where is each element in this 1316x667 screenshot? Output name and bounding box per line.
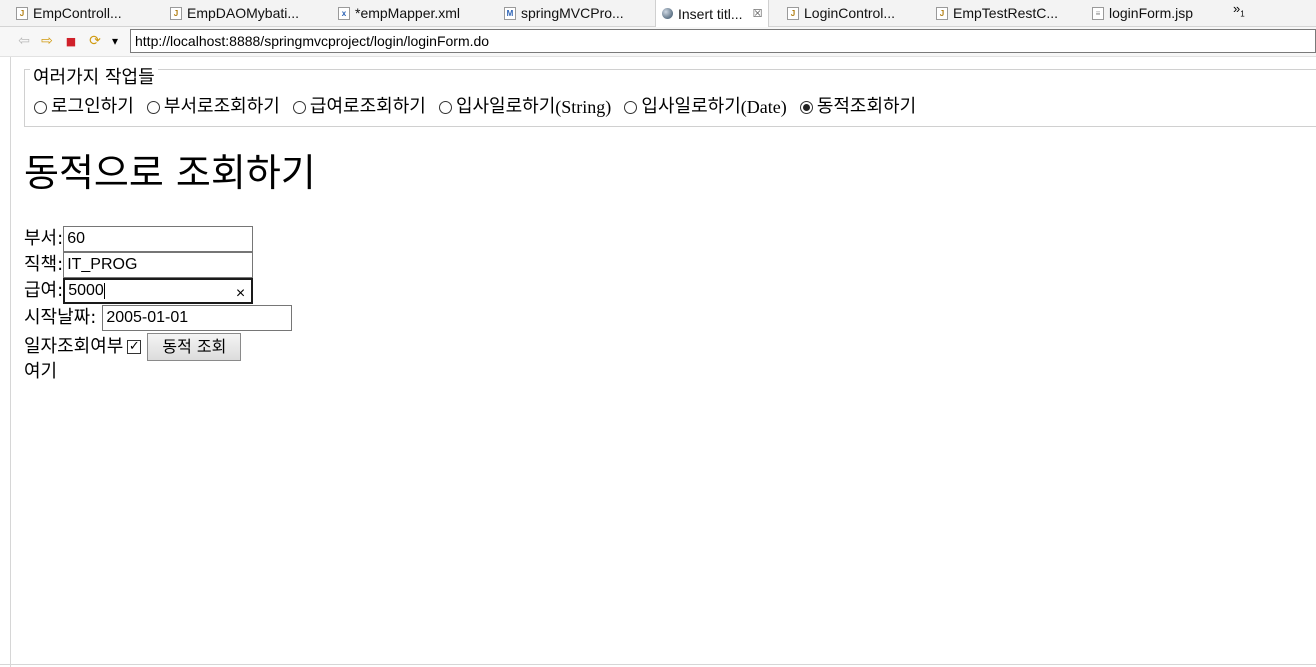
dept-row: 부서: 60 <box>24 226 254 252</box>
radio-dynamic-search[interactable]: 동적조회하기 <box>799 96 917 118</box>
tab-insert-title[interactable]: Insert titl... ☒ <box>655 0 770 27</box>
job-label: 직책: <box>24 254 64 275</box>
close-tab-icon[interactable]: ☒ <box>753 7 763 20</box>
overflow-count: 1 <box>1240 9 1245 19</box>
radio-by-hire-date-string[interactable]: 입사일로하기 (String) <box>438 96 612 118</box>
tab-label: EmpControll... <box>33 5 122 21</box>
task-radio-group: 로그인하기 부서로조회하기 급여로조회하기 입사일로하기 (String) 입사일… <box>34 96 924 120</box>
tab-label: EmpDAOMybati... <box>187 5 300 21</box>
salary-input[interactable]: 5000 × <box>63 278 254 306</box>
tab-label: *empMapper.xml <box>355 5 461 21</box>
tab-emp-dao-mybatis[interactable]: J EmpDAOMybati... <box>170 0 299 26</box>
stop-icon[interactable]: ■ <box>62 32 80 50</box>
java-file-icon: J <box>936 6 948 20</box>
radio-button-selected[interactable] <box>799 100 813 114</box>
java-file-icon: J <box>170 6 182 20</box>
url-bar[interactable]: http://localhost:8888/springmvcproject/l… <box>130 29 1316 53</box>
tab-label: Insert titl... <box>678 5 743 22</box>
salary-row: 급여: 5000 × <box>24 278 254 306</box>
tab-emp-test-rest-controller[interactable]: J EmpTestRestC... <box>936 0 1058 26</box>
dropdown-arrow-icon[interactable]: ▾ <box>106 32 124 50</box>
page-title: 동적으로 조회하기 <box>24 151 316 195</box>
radio-button[interactable] <box>438 100 452 114</box>
tab-login-form-jsp[interactable]: ≡ loginForm.jsp <box>1092 0 1193 26</box>
xml-file-icon: x <box>338 6 350 20</box>
date-check-checkbox[interactable]: ✓ <box>127 340 142 354</box>
page-bottom-border <box>0 664 1316 665</box>
back-arrow-icon[interactable]: ⇦ <box>15 32 33 50</box>
dynamic-search-button[interactable]: 동적 조회 <box>147 333 242 361</box>
refresh-icon[interactable]: ⟳ <box>86 32 104 50</box>
job-input[interactable]: IT_PROG <box>63 252 254 278</box>
tab-label: springMVCPro... <box>521 5 624 21</box>
radio-button[interactable] <box>34 100 47 114</box>
tab-emp-controller[interactable]: J EmpControll... <box>16 0 122 26</box>
forward-arrow-icon[interactable]: ⇨ <box>38 32 56 50</box>
globe-icon <box>662 8 673 19</box>
date-check-label: 일자조회여부 <box>24 336 124 357</box>
radio-label-suffix: (String) <box>555 97 612 117</box>
start-date-input[interactable]: 2005-01-01 <box>102 305 293 331</box>
tab-emp-mapper-xml[interactable]: x *empMapper.xml <box>338 0 460 26</box>
editor-tab-strip: J EmpControll... J EmpDAOMybati... x *em… <box>0 0 1316 27</box>
radio-button[interactable] <box>624 100 638 114</box>
salary-value: 5000 <box>68 282 104 299</box>
radio-label: 입사일로하기 <box>641 96 741 117</box>
start-date-row: 시작날짜: 2005-01-01 <box>24 305 293 331</box>
java-file-icon: J <box>787 6 799 20</box>
manifest-file-icon: M <box>504 6 516 20</box>
tab-login-controller[interactable]: J LoginControl... <box>787 0 895 26</box>
dept-input[interactable]: 60 <box>63 226 254 252</box>
radio-login[interactable]: 로그인하기 <box>34 96 134 118</box>
tab-label: LoginControl... <box>804 5 896 21</box>
start-date-label: 시작날짜: <box>24 307 97 328</box>
radio-label: 로그인하기 <box>51 96 134 117</box>
tasks-legend: 여러가지 작업들 <box>30 67 158 89</box>
java-file-icon: J <box>16 6 28 20</box>
job-row: 직책: IT_PROG <box>24 252 254 278</box>
radio-button[interactable] <box>292 100 306 114</box>
dept-label: 부서: <box>24 228 64 249</box>
radio-label: 입사일로하기 <box>455 96 556 117</box>
tab-label: EmpTestRestC... <box>953 5 1059 21</box>
clear-input-icon[interactable]: × <box>236 282 245 306</box>
tab-spring-mvc-project[interactable]: M springMVCPro... <box>504 0 624 26</box>
radio-by-hire-date-date[interactable]: 입사일로하기 (Date) <box>624 96 787 118</box>
page-left-border <box>10 57 11 667</box>
radio-button[interactable] <box>146 100 160 114</box>
radio-label-suffix: (Date) <box>740 97 787 117</box>
radio-by-department[interactable]: 부서로조회하기 <box>146 96 280 118</box>
salary-label: 급여: <box>24 280 64 301</box>
radio-label: 급여로조회하기 <box>309 96 426 117</box>
tab-overflow-button[interactable]: »1 <box>1233 1 1245 19</box>
radio-label: 동적조회하기 <box>816 96 917 117</box>
tab-label: loginForm.jsp <box>1109 5 1194 21</box>
radio-by-salary[interactable]: 급여로조회하기 <box>292 96 426 118</box>
jsp-file-icon: ≡ <box>1092 6 1104 20</box>
radio-label: 부서로조회하기 <box>163 96 280 117</box>
text-cursor <box>103 283 105 299</box>
browser-toolbar: ⇦ ⇨ ■ ⟳ ▾ http://localhost:8888/springmv… <box>0 27 1316 57</box>
date-check-row: 일자조회여부 ✓ 동적 조회 <box>24 333 242 361</box>
result-text: 여기 <box>24 361 58 382</box>
